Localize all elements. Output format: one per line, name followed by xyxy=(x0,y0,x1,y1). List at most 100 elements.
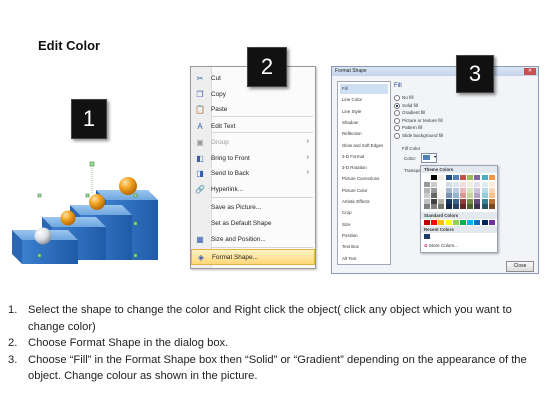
theme-color-swatch[interactable] xyxy=(452,193,459,199)
theme-color-swatch[interactable] xyxy=(445,187,452,193)
theme-color-swatch[interactable] xyxy=(481,193,488,199)
category-reflection[interactable]: Reflection xyxy=(340,129,388,139)
theme-color-swatch[interactable] xyxy=(467,193,474,199)
theme-color-swatch[interactable] xyxy=(438,193,445,199)
dialog-close-icon[interactable]: ✕ xyxy=(524,68,536,75)
category-shadow[interactable]: Shadow xyxy=(340,118,388,128)
theme-color-swatch[interactable] xyxy=(445,204,452,210)
theme-color-swatch[interactable] xyxy=(445,193,452,199)
category-text-box[interactable]: Text Box xyxy=(340,242,388,252)
theme-color-swatch[interactable] xyxy=(488,193,495,199)
theme-color-swatch[interactable] xyxy=(467,175,474,180)
menu-item-bring-to-front[interactable]: ◧ Bring to Front › xyxy=(191,151,315,167)
theme-color-swatch[interactable] xyxy=(474,182,481,187)
theme-color-swatch[interactable] xyxy=(438,182,445,187)
theme-color-swatch[interactable] xyxy=(474,175,481,180)
fill-option-gradient-fill[interactable]: Gradient fill xyxy=(394,110,425,117)
category-3-d-rotation[interactable]: 3-D Rotation xyxy=(340,163,388,173)
theme-color-swatch[interactable] xyxy=(424,187,430,193)
standard-color-swatch[interactable] xyxy=(424,220,430,225)
staircase-illustration[interactable] xyxy=(8,160,168,270)
theme-color-swatch[interactable] xyxy=(460,198,466,204)
theme-color-swatch[interactable] xyxy=(452,204,459,210)
theme-color-swatch[interactable] xyxy=(481,187,488,193)
theme-color-swatch[interactable] xyxy=(467,187,474,193)
menu-item-format-shape[interactable]: ◈ Format Shape... xyxy=(191,249,315,265)
category-fill[interactable]: Fill xyxy=(340,84,388,94)
standard-color-swatch[interactable] xyxy=(467,220,474,225)
menu-item-hyperlink[interactable]: 🔗 Hyperlink... xyxy=(191,182,315,198)
fill-option-no-fill[interactable]: No fill xyxy=(394,95,414,101)
theme-color-swatch[interactable] xyxy=(431,204,438,210)
theme-color-swatch[interactable] xyxy=(431,187,438,193)
category-line-style[interactable]: Line Style xyxy=(340,107,388,117)
standard-color-swatch[interactable] xyxy=(445,220,452,225)
theme-color-swatch[interactable] xyxy=(488,198,495,204)
theme-color-swatch[interactable] xyxy=(431,198,438,204)
theme-color-swatch[interactable] xyxy=(481,204,488,210)
theme-color-swatch[interactable] xyxy=(481,198,488,204)
theme-color-swatch[interactable] xyxy=(488,175,495,180)
category-size[interactable]: Size xyxy=(340,220,388,230)
theme-color-swatch[interactable] xyxy=(474,187,481,193)
theme-color-swatch[interactable] xyxy=(488,187,495,193)
standard-color-swatch[interactable] xyxy=(460,220,466,225)
category-artistic-effects[interactable]: Artistic Effects xyxy=(340,197,388,207)
dialog-titlebar[interactable]: Format Shape ✕ xyxy=(332,67,538,76)
theme-color-swatch[interactable] xyxy=(460,193,466,199)
theme-color-swatch[interactable] xyxy=(431,182,438,187)
theme-color-swatch[interactable] xyxy=(452,182,459,187)
theme-color-swatch[interactable] xyxy=(481,182,488,187)
color-picker-button[interactable]: ▾ xyxy=(421,153,437,163)
theme-color-swatch[interactable] xyxy=(438,187,445,193)
theme-color-swatch[interactable] xyxy=(467,198,474,204)
category-3-d-format[interactable]: 3-D Format xyxy=(340,152,388,162)
theme-color-swatch[interactable] xyxy=(445,182,452,187)
category-glow-and-soft-edges[interactable]: Glow and Soft Edges xyxy=(340,141,388,151)
theme-color-swatch[interactable] xyxy=(481,175,488,180)
recent-color-swatch[interactable] xyxy=(424,234,430,239)
theme-color-swatch[interactable] xyxy=(424,182,430,187)
theme-color-swatch[interactable] xyxy=(452,175,459,180)
theme-color-swatch[interactable] xyxy=(445,175,452,180)
theme-color-swatch[interactable] xyxy=(460,204,466,210)
theme-color-swatch[interactable] xyxy=(474,204,481,210)
fill-option-picture-or-texture-fill[interactable]: Picture or texture fill xyxy=(394,117,443,124)
fill-option-pattern-fill[interactable]: Pattern fill xyxy=(394,125,422,132)
menu-item-size-and-position[interactable]: ▦ Size and Position... xyxy=(191,232,315,248)
theme-color-swatch[interactable] xyxy=(424,204,430,210)
theme-color-swatch[interactable] xyxy=(424,193,430,199)
theme-color-swatch[interactable] xyxy=(460,175,466,180)
theme-color-swatch[interactable] xyxy=(488,204,495,210)
menu-item-save-as-picture[interactable]: Save as Picture... xyxy=(191,200,315,216)
standard-color-swatch[interactable] xyxy=(474,220,481,225)
standard-color-swatch[interactable] xyxy=(488,220,495,225)
theme-color-swatch[interactable] xyxy=(424,175,430,180)
fill-option-slide-background-fill[interactable]: Slide background fill xyxy=(394,133,443,139)
menu-item-paste[interactable]: 📋 Paste xyxy=(191,102,315,118)
category-picture-corrections[interactable]: Picture Corrections xyxy=(340,174,388,184)
standard-color-swatch[interactable] xyxy=(431,220,438,225)
standard-color-swatch[interactable] xyxy=(481,220,488,225)
theme-color-swatch[interactable] xyxy=(424,198,430,204)
standard-color-swatch[interactable] xyxy=(438,220,445,225)
theme-color-swatch[interactable] xyxy=(467,204,474,210)
menu-item-group[interactable]: ▣ Group › xyxy=(191,135,315,151)
close-button[interactable]: Close xyxy=(506,261,534,272)
theme-color-swatch[interactable] xyxy=(438,198,445,204)
theme-color-swatch[interactable] xyxy=(460,187,466,193)
category-alt-text[interactable]: Alt Text xyxy=(340,254,388,264)
menu-item-edit-text[interactable]: A Edit Text xyxy=(191,119,315,135)
theme-color-swatch[interactable] xyxy=(474,193,481,199)
menu-item-copy[interactable]: ❐ Copy xyxy=(191,87,315,103)
theme-color-swatch[interactable] xyxy=(438,175,445,180)
theme-color-swatch[interactable] xyxy=(452,198,459,204)
fill-option-solid-fill[interactable]: Solid fill xyxy=(394,102,418,109)
menu-item-set-as-default-shape[interactable]: Set as Default Shape xyxy=(191,216,315,232)
theme-color-swatch[interactable] xyxy=(445,198,452,204)
standard-color-swatch[interactable] xyxy=(452,220,459,225)
theme-color-swatch[interactable] xyxy=(431,193,438,199)
theme-color-swatch[interactable] xyxy=(474,198,481,204)
theme-color-swatch[interactable] xyxy=(452,187,459,193)
category-line-color[interactable]: Line Color xyxy=(340,95,388,105)
